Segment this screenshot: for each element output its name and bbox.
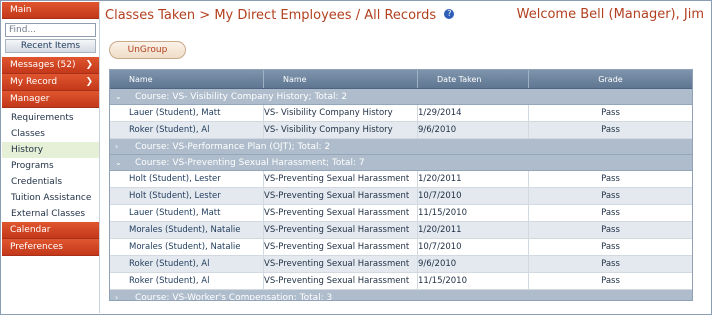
- grid-body: ⌄ Course: VS- Visibility Company History;…: [110, 89, 692, 301]
- cell-grade: Pass: [601, 174, 620, 184]
- cell-student-name: Roker (Student), Al: [110, 273, 264, 289]
- recent-items-button[interactable]: Recent Items: [5, 39, 96, 53]
- group-row[interactable]: ⌄ Course: VS- Visibility Company History;…: [110, 89, 692, 105]
- chevron-right-icon[interactable]: ›: [115, 139, 135, 155]
- table-row[interactable]: Roker (Student), Al VS-Preventing Sexual …: [110, 273, 692, 290]
- chevron-down-icon: ❯: [85, 77, 93, 87]
- sidebar-item-classes[interactable]: Classes: [2, 126, 99, 142]
- help-icon[interactable]: ?: [444, 9, 455, 19]
- cell-student-name: Holt (Student), Lester: [110, 188, 264, 204]
- cell-date-taken: 1/20/2011: [418, 171, 529, 187]
- cell-course-name: VS-Preventing Sexual Harassment: [264, 188, 418, 204]
- cell-date-taken: 10/7/2010: [418, 239, 529, 255]
- cell-course-name: VS-Preventing Sexual Harassment: [264, 171, 418, 187]
- cell-date-taken: 11/15/2010: [418, 273, 529, 289]
- table-row[interactable]: Lauer (Student), Matt VS- Visibility Comp…: [110, 105, 692, 122]
- welcome-text: Welcome Bell (Manager), Jim: [516, 7, 704, 22]
- cell-grade: Pass: [601, 108, 620, 118]
- sidebar-header-messages[interactable]: Messages (52) ❯: [2, 57, 99, 74]
- cell-grade: Pass: [601, 208, 620, 218]
- group-row[interactable]: ⌄ Course: VS-Preventing Sexual Harassment…: [110, 155, 692, 171]
- group-label: Course: VS-Performance Plan (OJT); Total…: [135, 142, 331, 152]
- cell-date-taken: 11/15/2010: [418, 205, 529, 221]
- sidebar-header-label: Messages (52): [10, 60, 76, 70]
- cell-student-name: Roker (Student), Al: [110, 122, 264, 138]
- cell-grade: Pass: [601, 125, 620, 135]
- cell-student-name: Lauer (Student), Matt: [110, 205, 264, 221]
- cell-course-name: VS-Preventing Sexual Harassment: [264, 256, 418, 272]
- group-label: Course: VS-Worker's Compensation; Total:…: [135, 293, 333, 301]
- grid-header: Name Name Date Taken Grade: [110, 70, 692, 89]
- cell-course-name: VS-Preventing Sexual Harassment: [264, 239, 418, 255]
- cell-student-name: Holt (Student), Lester: [110, 171, 264, 187]
- column-header-name[interactable]: Name: [110, 70, 264, 88]
- sidebar: Main Find... Recent Items Messages (52) …: [2, 2, 100, 313]
- manager-menu: Requirements Classes History Programs Cr…: [2, 108, 99, 222]
- sidebar-header-label: Main: [10, 5, 32, 15]
- cell-date-taken: 9/6/2010: [418, 256, 529, 272]
- sidebar-item-tuition-assistance[interactable]: Tuition Assistance: [2, 190, 99, 206]
- cell-course-name: VS-Preventing Sexual Harassment: [264, 222, 418, 238]
- find-input[interactable]: Find...: [5, 23, 96, 37]
- sidebar-header-label: My Record: [10, 77, 58, 87]
- column-header-date-taken[interactable]: Date Taken: [418, 70, 529, 88]
- cell-course-name: VS- Visibility Company History: [264, 105, 418, 121]
- cell-grade: Pass: [601, 225, 620, 235]
- chevron-right-icon[interactable]: ›: [115, 290, 135, 300]
- cell-grade: Pass: [601, 242, 620, 252]
- group-label: Course: VS- Visibility Company History; …: [135, 92, 348, 102]
- sidebar-item-history[interactable]: History: [2, 142, 99, 158]
- table-row[interactable]: Morales (Student), Natalie VS-Preventing …: [110, 239, 692, 256]
- cell-course-name: VS- Visibility Company History: [264, 122, 418, 138]
- cell-student-name: Morales (Student), Natalie: [110, 222, 264, 238]
- table-row[interactable]: Roker (Student), Al VS-Preventing Sexual …: [110, 256, 692, 273]
- table-row[interactable]: Lauer (Student), Matt VS-Preventing Sexua…: [110, 205, 692, 222]
- cell-date-taken: 1/29/2014: [418, 105, 529, 121]
- sidebar-header-main[interactable]: Main: [2, 2, 99, 19]
- cell-date-taken: 9/6/2010: [418, 122, 529, 138]
- main-content: Classes Taken > My Direct Employees / Al…: [103, 2, 709, 313]
- cell-student-name: Morales (Student), Natalie: [110, 239, 264, 255]
- cell-student-name: Roker (Student), Al: [110, 256, 264, 272]
- table-row[interactable]: Holt (Student), Lester VS-Preventing Sexu…: [110, 188, 692, 205]
- table-row[interactable]: Roker (Student), Al VS- Visibility Compan…: [110, 122, 692, 139]
- group-row[interactable]: › Course: VS-Worker's Compensation; Total…: [110, 290, 692, 301]
- table-row[interactable]: Morales (Student), Natalie VS-Preventing …: [110, 222, 692, 239]
- chevron-down-icon[interactable]: ⌄: [115, 89, 135, 105]
- cell-date-taken: 10/7/2010: [418, 188, 529, 204]
- cell-grade: Pass: [601, 191, 620, 201]
- column-header-course-name[interactable]: Name: [264, 70, 418, 88]
- table-row[interactable]: Holt (Student), Lester VS-Preventing Sexu…: [110, 171, 692, 188]
- cell-grade: Pass: [601, 259, 620, 269]
- group-label: Course: VS-Preventing Sexual Harassment;…: [135, 158, 365, 168]
- group-row[interactable]: › Course: VS-Performance Plan (OJT); Tota…: [110, 139, 692, 155]
- ungroup-button[interactable]: UnGroup: [109, 41, 186, 59]
- chevron-down-icon: ❯: [85, 60, 93, 70]
- sidebar-header-label: Calendar: [10, 225, 51, 235]
- sidebar-header-label: Preferences: [10, 242, 63, 252]
- chevron-down-icon[interactable]: ⌄: [115, 155, 135, 171]
- cell-student-name: Lauer (Student), Matt: [110, 105, 264, 121]
- breadcrumb: Classes Taken > My Direct Employees / Al…: [105, 8, 455, 23]
- sidebar-item-credentials[interactable]: Credentials: [2, 174, 99, 190]
- column-header-grade[interactable]: Grade: [529, 70, 692, 88]
- sidebar-item-programs[interactable]: Programs: [2, 158, 99, 174]
- sidebar-header-manager[interactable]: Manager: [2, 91, 99, 108]
- sidebar-item-requirements[interactable]: Requirements: [2, 110, 99, 126]
- sidebar-item-external-classes[interactable]: External Classes: [2, 206, 99, 222]
- sidebar-header-my-record[interactable]: My Record ❯: [2, 74, 99, 91]
- records-grid: Name Name Date Taken Grade ⌄ Course: VS- …: [109, 69, 693, 301]
- cell-grade: Pass: [601, 276, 620, 286]
- page-title: Classes Taken > My Direct Employees / Al…: [105, 8, 437, 23]
- sidebar-header-preferences[interactable]: Preferences: [2, 239, 99, 256]
- sidebar-header-label: Manager: [10, 94, 50, 104]
- cell-date-taken: 1/20/2011: [418, 222, 529, 238]
- sidebar-header-calendar[interactable]: Calendar: [2, 222, 99, 239]
- cell-course-name: VS-Preventing Sexual Harassment: [264, 205, 418, 221]
- cell-course-name: VS-Preventing Sexual Harassment: [264, 273, 418, 289]
